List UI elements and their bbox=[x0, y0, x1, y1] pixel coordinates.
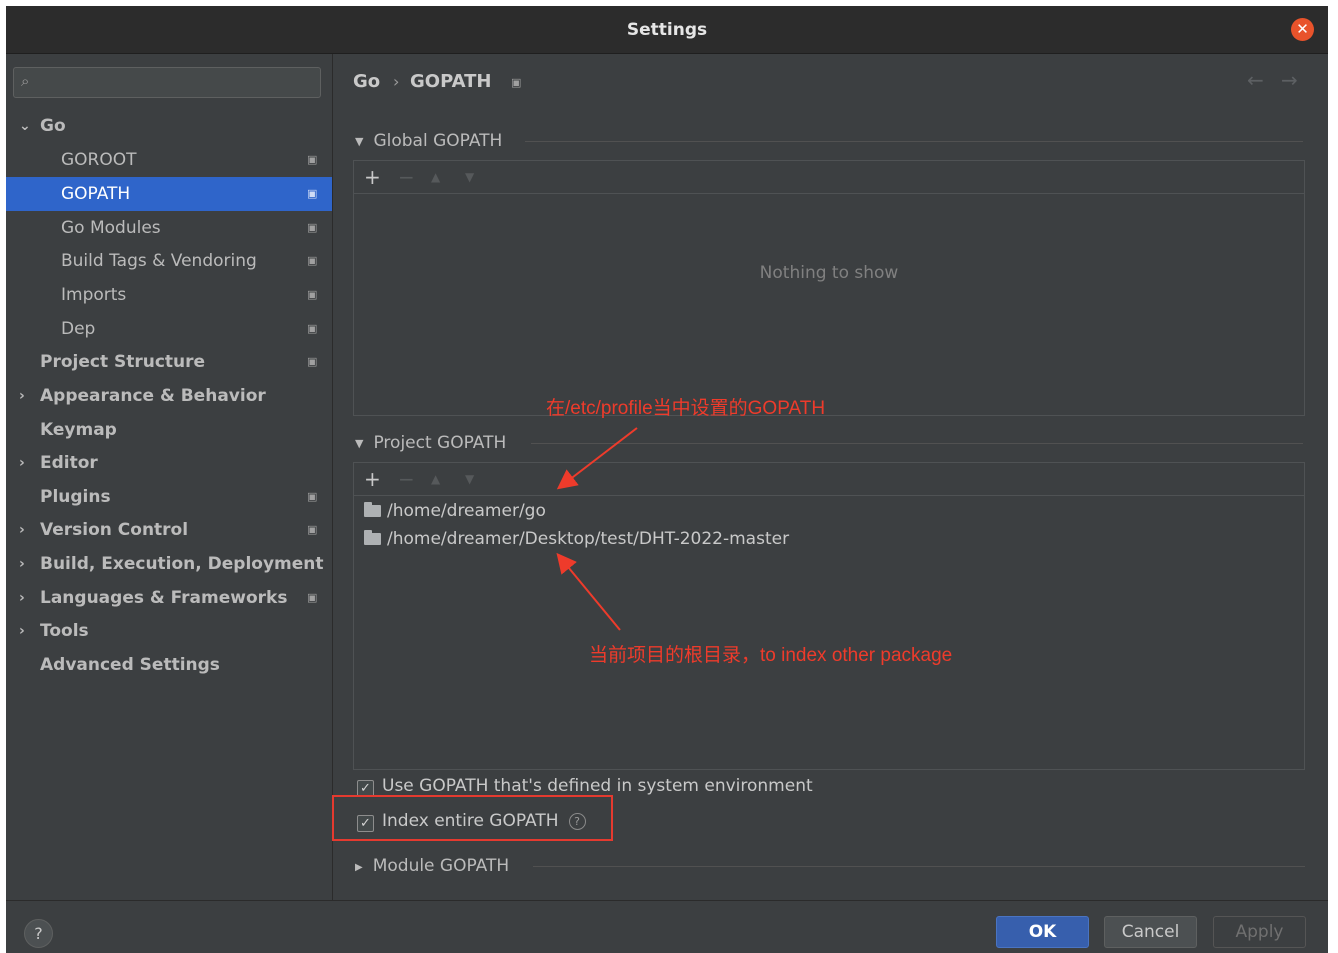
arrow-icon bbox=[556, 427, 638, 490]
arrow-icon bbox=[556, 552, 621, 631]
annotation-arrows bbox=[556, 427, 638, 631]
